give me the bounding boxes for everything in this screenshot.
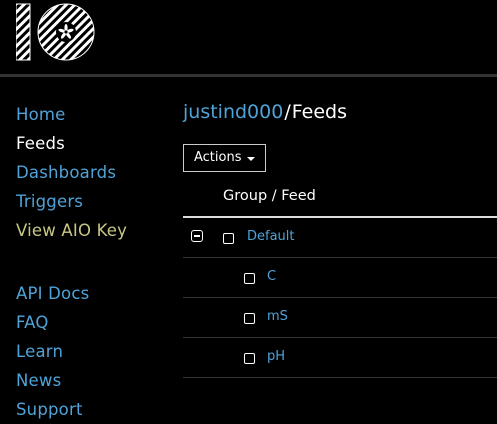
breadcrumb: justind000/Feeds (183, 98, 497, 126)
feed-link[interactable]: pH (267, 349, 285, 364)
group-checkbox[interactable] (223, 233, 234, 244)
collapse-minus-icon[interactable] (191, 230, 203, 242)
breadcrumb-user-link[interactable]: justind000 (183, 101, 283, 123)
table-row: mS (183, 298, 497, 338)
main-content: justind000/Feeds Actions Group / Feed De… (183, 98, 497, 378)
feed-link[interactable]: C (267, 269, 276, 284)
sidebar-item-dashboards[interactable]: Dashboards (16, 158, 166, 187)
sidebar-item-api-docs[interactable]: API Docs (16, 279, 166, 308)
sidebar-item-news[interactable]: News (16, 366, 166, 395)
group-row-default: Default (183, 218, 497, 258)
feed-link[interactable]: mS (267, 309, 288, 324)
table-header: Group / Feed (183, 182, 497, 218)
sidebar-item-support[interactable]: Support (16, 395, 166, 424)
feed-checkbox[interactable] (244, 353, 255, 364)
breadcrumb-separator: / (284, 101, 291, 123)
io-logo-icon[interactable] (16, 2, 96, 62)
sidebar-item-view-aio-key[interactable]: View AIO Key (16, 216, 166, 245)
actions-dropdown-button[interactable]: Actions (183, 144, 266, 172)
feed-rows: CmS pH (183, 258, 497, 378)
site-header (0, 0, 497, 77)
sidebar-item-home[interactable]: Home (16, 100, 166, 129)
table-row: pH (183, 338, 497, 378)
feed-checkbox[interactable] (244, 273, 255, 284)
sidebar-secondary-group: API Docs FAQ Learn News Support (16, 279, 166, 424)
sidebar-item-feeds[interactable]: Feeds (16, 129, 166, 158)
sidebar-item-faq[interactable]: FAQ (16, 308, 166, 337)
breadcrumb-page: Feeds (291, 101, 347, 123)
feed-checkbox[interactable] (244, 313, 255, 324)
actions-label: Actions (194, 150, 242, 165)
sidebar-item-learn[interactable]: Learn (16, 337, 166, 366)
sidebar-item-triggers[interactable]: Triggers (16, 187, 166, 216)
sidebar-nav: Home Feeds Dashboards Triggers View AIO Key A… (16, 100, 166, 424)
table-row: C (183, 258, 497, 298)
group-link-default[interactable]: Default (247, 229, 295, 244)
caret-down-icon (247, 157, 255, 161)
column-header-group-feed: Group / Feed (223, 188, 316, 204)
feeds-table: Group / Feed Default CmS pH (183, 182, 497, 378)
